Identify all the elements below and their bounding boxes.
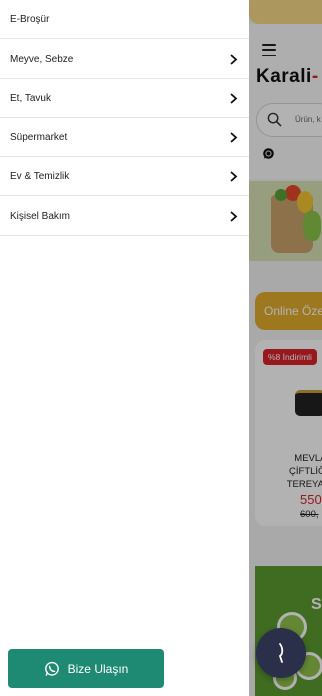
chat-button[interactable] [256, 628, 306, 678]
chevron-right-icon [230, 54, 238, 65]
menu-item-label: Et, Tavuk [10, 92, 51, 104]
menu-item-e-brosur[interactable]: E-Broşür [0, 0, 249, 39]
contact-us-label: Bize Ulaşın [67, 661, 129, 676]
menu-item-kisisel-bakim[interactable]: Kişisel Bakım [0, 197, 249, 236]
drawer-backdrop[interactable] [249, 0, 322, 696]
menu-item-meyve-sebze[interactable]: Meyve, Sebze [0, 40, 249, 79]
chevron-right-icon [230, 93, 238, 104]
menu-item-label: Meyve, Sebze [10, 53, 74, 65]
menu-item-label: Kişisel Bakım [10, 210, 71, 222]
chevron-right-icon [230, 211, 238, 222]
chevron-right-icon [230, 171, 238, 182]
menu-item-label: Süpermarket [10, 131, 68, 143]
side-drawer: E-Broşür Meyve, Sebze Et, Tavuk Süpermar… [0, 0, 249, 696]
contact-us-button[interactable]: Bize Ulaşın [8, 649, 164, 688]
menu-item-supermarket[interactable]: Süpermarket [0, 118, 249, 157]
menu-item-ev-temizlik[interactable]: Ev & Temizlik [0, 157, 249, 196]
chevron-right-icon [230, 132, 238, 143]
menu-item-label: Ev & Temizlik [10, 170, 70, 182]
chat-icon [278, 643, 284, 663]
menu-item-label: E-Broşür [10, 13, 50, 25]
whatsapp-icon [44, 661, 59, 676]
menu-item-et-tavuk[interactable]: Et, Tavuk [0, 79, 249, 118]
